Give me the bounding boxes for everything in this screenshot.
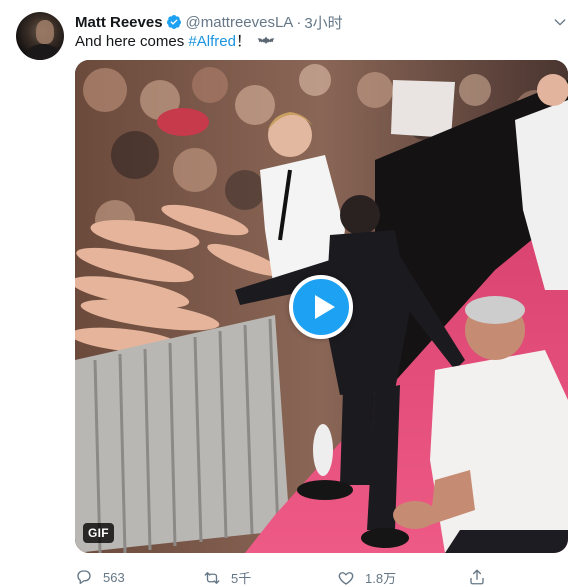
retweet-icon [204,571,220,584]
reply-icon [77,570,91,585]
bat-icon [257,36,275,44]
share-icon [470,569,484,585]
tweet-timestamp[interactable]: 3小时 [304,12,342,33]
tweet-card[interactable]: Matt Reeves @mattreevesLA · 3小时 And here… [0,0,584,586]
play-icon [315,295,335,319]
tweet-actions: 563 5千 1.8万 [75,568,568,586]
tweet-header: Matt Reeves @mattreevesLA · 3小时 [75,12,568,32]
like-button[interactable]: 1.8万 [337,568,396,587]
reply-button[interactable]: 563 [75,568,125,586]
reply-count: 563 [103,569,125,585]
author-name[interactable]: Matt Reeves [75,14,163,31]
tweet-text-suffix: ！ [235,33,251,50]
share-button[interactable] [468,568,486,586]
hashtag-link[interactable]: #Alfred [188,33,236,50]
play-button[interactable] [289,275,353,339]
tweet-text: And here comes #Alfred！ [75,33,275,51]
retweet-button[interactable]: 5千 [203,568,251,587]
avatar[interactable] [16,12,64,60]
avatar-shoulder [26,44,60,60]
chevron-down-icon[interactable] [552,14,568,30]
heart-icon [338,571,354,585]
like-count: 1.8万 [365,571,397,586]
retweet-count: 5千 [231,571,252,586]
avatar-face [36,20,54,44]
tweet-text-prefix: And here comes [75,33,189,50]
verified-badge-icon [166,15,181,29]
media-video[interactable]: GIF [75,60,568,553]
header-separator: · [296,13,302,31]
gif-badge: GIF [83,523,114,543]
author-handle[interactable]: @mattreevesLA [186,14,294,31]
